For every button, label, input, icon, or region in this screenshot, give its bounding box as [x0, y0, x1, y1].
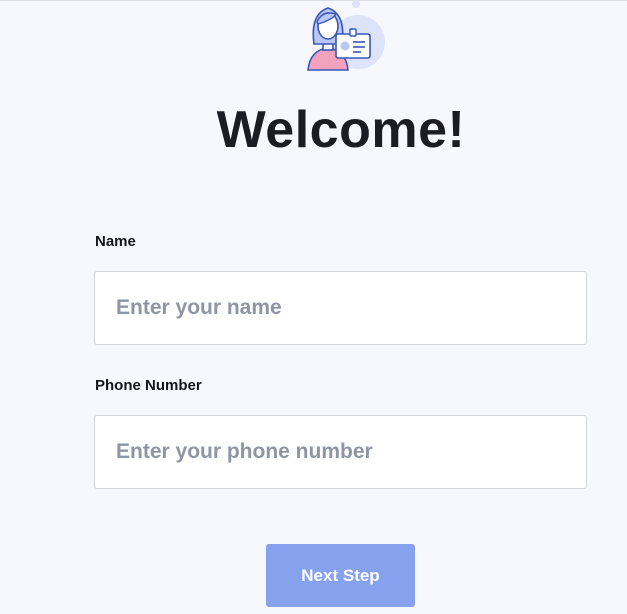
- page-title: Welcome!: [216, 101, 466, 159]
- phone-number-input[interactable]: [94, 415, 587, 489]
- phone-number-label: Phone Number: [95, 377, 202, 394]
- user-id-card-icon: [307, 0, 385, 71]
- name-label: Name: [95, 233, 136, 250]
- name-input[interactable]: [94, 271, 587, 345]
- next-step-button[interactable]: Next Step: [266, 544, 415, 607]
- welcome-page: Welcome! Name Phone Number Next Step: [0, 0, 627, 614]
